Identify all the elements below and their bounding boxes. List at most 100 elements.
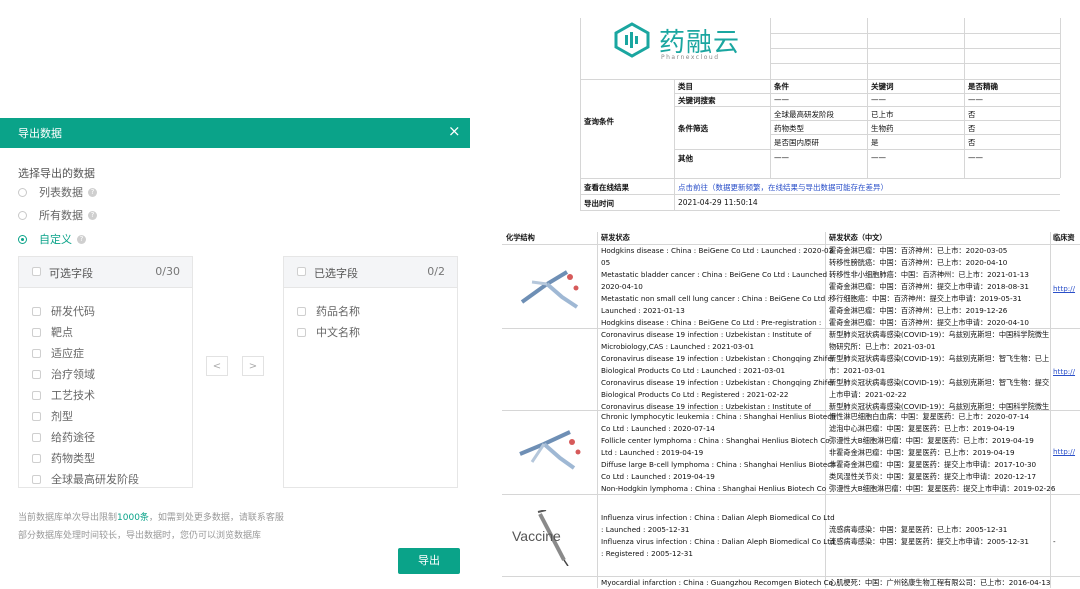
help-icon[interactable]: ? (88, 210, 97, 220)
field-label: 研发代码 (51, 305, 95, 318)
field-item[interactable]: 治疗领域 (32, 366, 95, 382)
help-icon[interactable]: ? (88, 187, 97, 197)
radio-button[interactable] (18, 210, 27, 220)
field-label: 治疗领域 (51, 368, 95, 381)
status-cn: 转移性膀胱癌：中国：百济神州：已上市：2020-04-10 (829, 258, 1008, 267)
status-en: Co Ltd : Launched : 2019-04-19 (601, 472, 715, 481)
field-item[interactable]: 给药途径 (32, 429, 95, 445)
field-item[interactable]: 适应症 (32, 345, 84, 361)
select-all-checkbox[interactable] (32, 267, 41, 276)
status-cn: 转移性非小细胞肺癌：中国：百济神州：已上市：2021-01-13 (829, 270, 1029, 279)
checkbox[interactable] (32, 453, 41, 463)
radio-button[interactable] (18, 187, 27, 197)
checkbox[interactable] (32, 327, 41, 337)
field-item[interactable]: 全球最高研发阶段 (32, 471, 139, 487)
export-button[interactable]: 导出 (398, 548, 460, 574)
cell: —— (871, 153, 886, 162)
query-sheet: 药融云 Pharnexcloud 类目 条件 关键词 是否精确 查询条件 关键词… (580, 18, 1080, 211)
field-item[interactable]: 药品名称 (297, 303, 360, 319)
panel-header: 已选字段 0/2 (284, 257, 457, 288)
header-exact: 是否精确 (968, 82, 998, 91)
cell: 否 (968, 124, 976, 133)
radio-label: 自定义 (39, 233, 72, 246)
field-item[interactable]: 剂型 (32, 408, 73, 424)
cell: 全球最高研发阶段 (774, 110, 834, 119)
checkbox[interactable] (32, 474, 41, 484)
field-label: 药物类型 (51, 452, 95, 465)
status-en: Myocardial infarction : China : Guangzho… (601, 578, 834, 587)
dialog-title: 导出数据 (18, 127, 62, 140)
field-item[interactable]: 靶点 (32, 324, 73, 340)
radio-button-selected[interactable] (18, 234, 27, 244)
checkbox[interactable] (32, 369, 41, 379)
checkbox[interactable] (32, 411, 41, 421)
status-cn: 滤泡中心淋巴瘤：中国：复星医药：已上市：2019-04-19 (829, 424, 1015, 433)
clinical-link[interactable]: http:// (1053, 447, 1075, 456)
status-cn: 心肌梗死：中国：广州铭康生物工程有限公司：已上市：2016-04-13 (829, 578, 1051, 587)
field-item[interactable]: 研发代码 (32, 303, 95, 319)
checkbox[interactable] (32, 432, 41, 442)
radio-label: 所有数据 (39, 209, 83, 222)
status-cn: 非霍奇金淋巴瘤：中国：复星医药：已上市：2019-04-19 (829, 448, 1015, 457)
status-cn: 流感病毒感染：中国：复星医药：已上市：2005-12-31 (829, 525, 1008, 534)
cell: 药物类型 (774, 124, 804, 133)
online-result-label: 查看在线结果 (584, 183, 629, 192)
status-cn: 霍奇金淋巴瘤：中国：百济神州：已上市：2020-03-05 (829, 246, 1008, 255)
drug-sheet: 化学结构 研发状态 研发状态（中文） 临床资 Vaccine Hodgkins … (502, 232, 1080, 588)
field-item[interactable]: 中文名称 (297, 324, 360, 340)
help-icon[interactable]: ? (77, 234, 86, 244)
header-status-cn: 研发状态（中文） (829, 233, 887, 242)
field-label: 靶点 (51, 326, 73, 339)
query-conditions-label: 查询条件 (584, 117, 614, 126)
radio-custom[interactable]: 自定义 ? (18, 231, 86, 247)
logo-icon (614, 22, 650, 58)
cell: 已上市 (871, 110, 894, 119)
checkbox[interactable] (297, 327, 306, 337)
panel-header: 可选字段 0/30 (19, 257, 192, 288)
field-label: 全球最高研发阶段 (51, 473, 139, 486)
status-en: Microbiology,CAS : Launched : 2021-03-01 (601, 342, 755, 351)
radio-all-data[interactable]: 所有数据 ? (18, 207, 97, 223)
cell: —— (968, 95, 983, 104)
move-left-button[interactable]: < (206, 356, 228, 376)
export-limit-note: 当前数据库单次导出限制1000条，如需到处更多数据，请联系客服 (18, 510, 284, 523)
status-cn: 移行细胞癌：中国：百济神州：提交上市申请：2019-05-31 (829, 294, 1022, 303)
radio-list-data[interactable]: 列表数据 ? (18, 184, 97, 200)
clinical-dash: - (1053, 537, 1056, 546)
status-en: Influenza virus infection : China : Dali… (601, 513, 835, 522)
checkbox[interactable] (32, 390, 41, 400)
status-en: Non-Hodgkin lymphoma : China : Shanghai … (601, 484, 827, 493)
status-en: Coronavirus disease 19 infection : Uzbek… (601, 402, 812, 410)
field-label: 中文名称 (316, 326, 360, 339)
panel-title: 可选字段 (49, 267, 93, 280)
checkbox[interactable] (32, 306, 41, 316)
cell: —— (774, 153, 789, 162)
status-en: Influenza virus infection : China : Dali… (601, 537, 835, 546)
field-item[interactable]: 工艺技术 (32, 387, 95, 403)
cell: 否 (968, 138, 976, 147)
online-result-link[interactable]: 点击前往（数据更新频繁，在线结果与导出数据可能存在差异） (678, 182, 888, 193)
move-right-button[interactable]: > (242, 356, 264, 376)
field-label: 给药途径 (51, 431, 95, 444)
panel-count: 0/30 (155, 265, 180, 278)
checkbox[interactable] (297, 306, 306, 316)
status-en: Diffuse large B-cell lymphoma : China : … (601, 460, 836, 469)
field-item[interactable]: 药物类型 (32, 450, 95, 466)
close-icon[interactable]: × (448, 122, 461, 140)
clinical-link[interactable]: http:// (1053, 367, 1075, 376)
select-all-checkbox[interactable] (297, 267, 306, 276)
note-text: ，如需到处更多数据，请联系客服 (148, 513, 284, 523)
processing-note: 部分数据库处理时间较长，导出数据时，您仍可以浏览数据库 (18, 531, 262, 541)
available-fields-panel: 可选字段 0/30 研发代码 靶点 适应症 治疗领域 工艺技术 剂型 给药途径 … (18, 256, 193, 488)
status-en: Hodgkins disease : China : BeiGene Co Lt… (601, 246, 836, 255)
vaccine-image: Vaccine (510, 510, 590, 566)
status-cn: 类风湿性关节炎：中国：复星医药：提交上市申请：2020-12-17 (829, 472, 1037, 481)
clinical-link[interactable]: http:// (1053, 284, 1075, 293)
status-cn: 弥漫性大B细胞淋巴瘤：中国：复星医药：已上市：2019-04-19 (829, 436, 1034, 445)
status-en: Biological Products Co Ltd : Launched : … (601, 366, 786, 375)
cell: 是否国内原研 (774, 138, 819, 147)
field-label: 工艺技术 (51, 389, 95, 402)
antibody-structure-image (519, 430, 581, 470)
status-cn: 新型肺炎冠状病毒感染(COVID-19)：乌兹别克斯坦：中国科学院微生 (829, 402, 1050, 410)
checkbox[interactable] (32, 348, 41, 358)
